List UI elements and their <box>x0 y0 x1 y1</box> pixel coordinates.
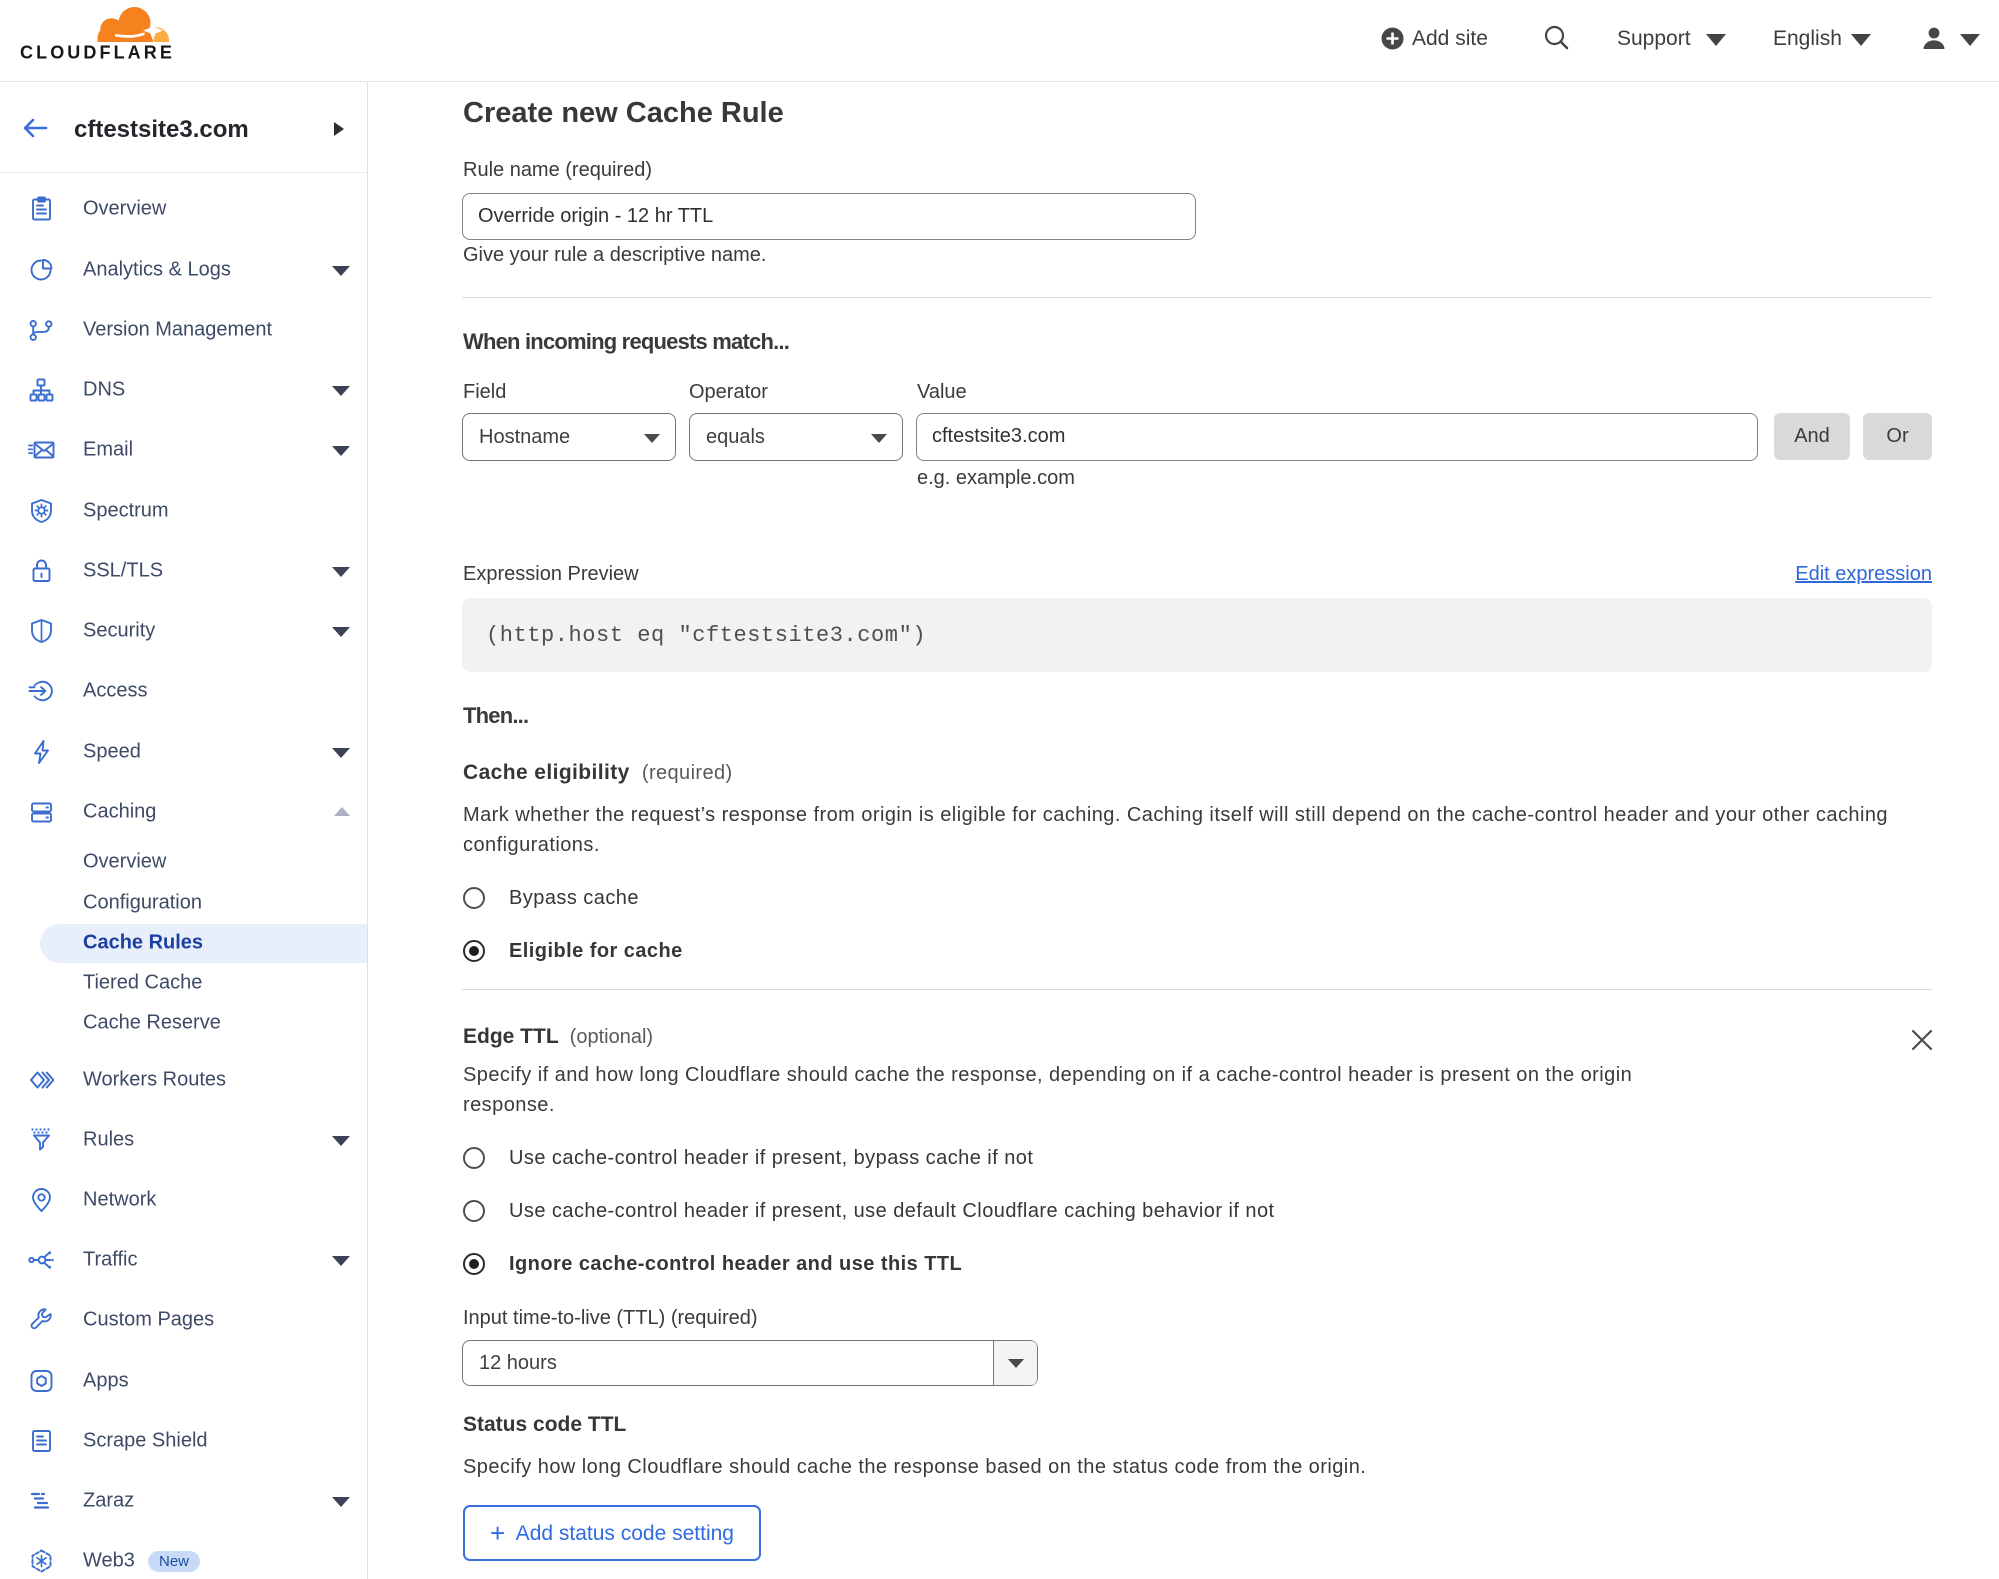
svg-text:CLOUDFLARE: CLOUDFLARE <box>20 43 175 63</box>
